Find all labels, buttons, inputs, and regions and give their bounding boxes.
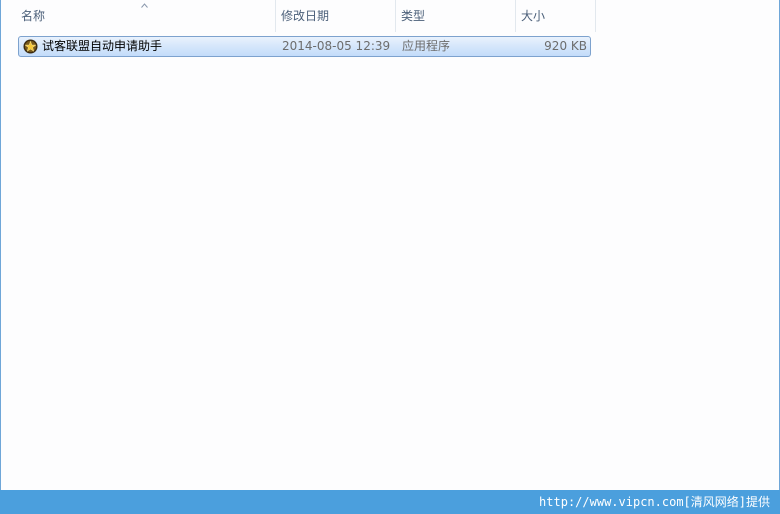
- file-row[interactable]: 试客联盟自动申请助手 2014-08-05 12:39 应用程序 920 KB: [18, 36, 591, 57]
- column-header-date-label: 修改日期: [281, 9, 330, 23]
- column-header-size-label: 大小: [521, 9, 546, 23]
- app-star-icon: [23, 39, 38, 54]
- file-type: 应用程序: [402, 39, 451, 53]
- sort-ascending-icon: [141, 3, 148, 8]
- file-list-pane: 名称 修改日期 类型 大小 试客联盟自动申请助手 2014-08-05 12:3…: [0, 0, 780, 490]
- column-header-bar: 名称 修改日期 类型 大小: [2, 0, 780, 32]
- column-header-type[interactable]: 类型: [396, 0, 516, 32]
- column-header-name-label: 名称: [21, 9, 46, 23]
- column-header-size[interactable]: 大小: [516, 0, 596, 32]
- column-header-date[interactable]: 修改日期: [276, 0, 396, 32]
- column-header-type-label: 类型: [401, 9, 426, 23]
- file-date: 2014-08-05 12:39: [282, 39, 391, 53]
- file-size: 920 KB: [544, 39, 587, 53]
- footer-bar: http://www.vipcn.com[清风网络]提供: [0, 490, 780, 514]
- file-name: 试客联盟自动申请助手: [42, 39, 163, 53]
- watermark-text: http://www.vipcn.com[清风网络]提供: [539, 495, 770, 509]
